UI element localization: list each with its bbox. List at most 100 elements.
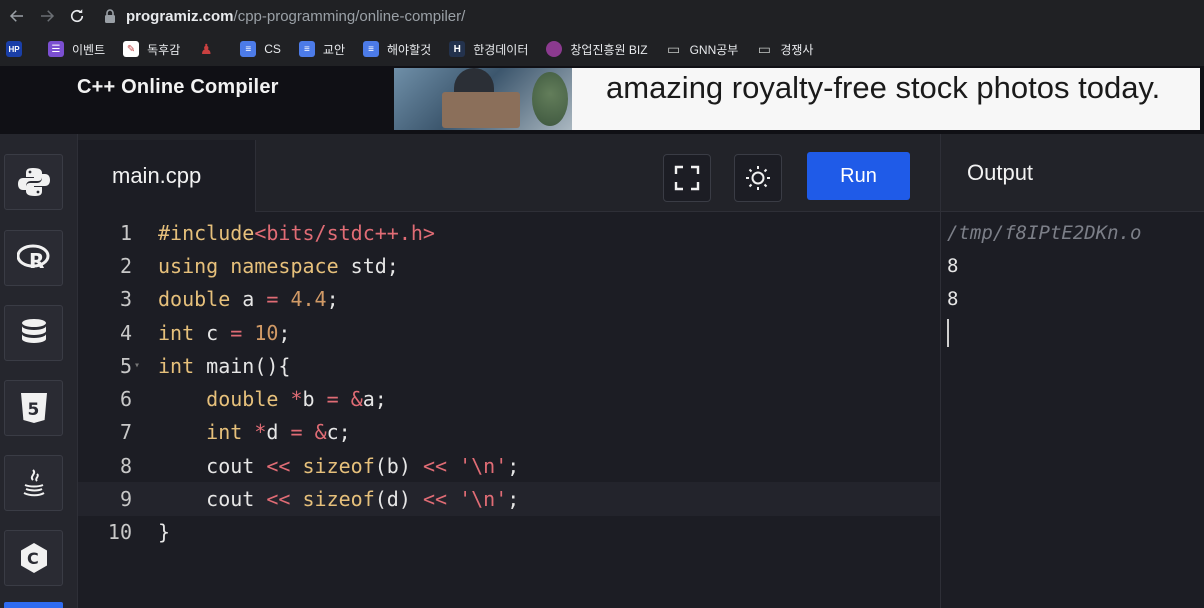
lang-html-button[interactable]: 5 — [4, 380, 63, 436]
code-token: c; — [326, 420, 351, 445]
run-button[interactable]: Run — [807, 152, 910, 200]
code-token: ; — [507, 453, 520, 478]
bookmark-todo[interactable]: ≡ 해야할것 — [363, 41, 431, 58]
reload-icon — [70, 9, 84, 23]
output-console[interactable]: /tmp/f8IPtE2DKn.o 8 8 — [941, 212, 1204, 347]
lang-cpp-button[interactable] — [4, 602, 63, 608]
lang-c-button[interactable]: C — [4, 530, 63, 586]
bookmark-label: 해야할것 — [387, 42, 432, 57]
lang-python-button[interactable] — [4, 154, 63, 210]
ad-text: amazing royalty-free stock photos today. — [606, 70, 1161, 105]
file-tab[interactable]: main.cpp — [78, 140, 256, 212]
ad-banner[interactable]: amazing royalty-free stock photos today. — [394, 68, 1200, 130]
code-token: (b) — [374, 453, 423, 478]
bookmark-review[interactable]: ✎ 독후감 — [123, 41, 180, 58]
bookmark-label: 교안 — [322, 42, 346, 57]
doc-icon: ≡ — [363, 41, 380, 57]
svg-text:C: C — [27, 549, 39, 568]
output-heading: Output — [941, 134, 1204, 212]
folder-icon: ▭ — [757, 40, 771, 57]
code-token: c — [194, 320, 231, 345]
language-sidebar: R 5 C — [0, 134, 78, 608]
bookmark-gnn[interactable]: ▭ GNN공부 — [666, 40, 738, 58]
book-icon: ✎ — [123, 41, 140, 57]
theme-toggle-button[interactable] — [734, 154, 782, 202]
code-token: * — [278, 387, 303, 412]
code-token: '\n' — [447, 487, 508, 512]
bookmark-hankyung[interactable]: H 한경데이터 — [449, 41, 528, 58]
code-token: << — [422, 487, 448, 512]
java-icon — [23, 469, 45, 497]
lang-java-button[interactable] — [4, 455, 63, 511]
code-area[interactable]: 1 #include<bits/stdc++.h> 2 using namespac… — [78, 216, 940, 549]
bookmark-label: 독후감 — [147, 42, 181, 57]
output-path: /tmp/f8IPtE2DKn.o — [947, 221, 1142, 244]
code-token: 4.4 — [278, 287, 327, 312]
bookmark-lesson[interactable]: ≡ 교안 — [298, 41, 346, 58]
line-number: 6 — [119, 387, 132, 412]
output-line: 8 — [947, 287, 959, 310]
code-line: 3 double a = 4.4; — [78, 283, 940, 316]
url-host: programiz.com — [126, 7, 234, 25]
url-path: /cpp-programming/online-compiler/ — [233, 7, 466, 25]
code-token: int — [158, 353, 195, 378]
line-number: 5 — [119, 353, 132, 378]
fold-arrow-icon[interactable]: ▾ — [132, 360, 142, 371]
r-icon: R — [16, 244, 49, 273]
code-token: = — [230, 320, 243, 345]
code-line: 4 int c = 10; — [78, 316, 940, 349]
code-token: int — [158, 320, 195, 345]
code-token: & — [338, 387, 363, 412]
code-token: a; — [362, 387, 387, 412]
circle-logo-icon — [546, 41, 563, 57]
code-token: d — [266, 420, 291, 445]
bookmark-hp[interactable]: HP — [6, 41, 30, 57]
hp-icon: HP — [6, 41, 22, 57]
code-line: 8 cout << sizeof(b) << '\n'; — [78, 449, 940, 482]
bookmark-cs[interactable]: ≡ CS — [240, 41, 281, 57]
code-token: ; — [326, 287, 339, 312]
code-token: int — [158, 420, 243, 445]
code-token: cout — [158, 453, 267, 478]
code-token: sizeof — [290, 453, 375, 478]
browser-toolbar: programiz.com/cpp-programming/online-com… — [0, 0, 1204, 32]
h-icon: H — [449, 41, 466, 57]
folder-icon: ▭ — [666, 40, 681, 57]
ad-photo — [394, 68, 572, 130]
code-token: = — [290, 420, 303, 445]
code-token: (d) — [374, 487, 423, 512]
editor-toolbar: main.cpp Run — [78, 134, 940, 212]
lang-sql-button[interactable] — [4, 305, 63, 361]
python-icon — [17, 168, 50, 196]
bookmark-red[interactable]: ♟ — [198, 41, 222, 57]
doc-icon: ≡ — [298, 41, 315, 57]
forward-button[interactable] — [34, 3, 60, 29]
code-line: 2 using namespace std; — [78, 249, 940, 282]
address-bar[interactable]: programiz.com/cpp-programming/online-com… — [104, 8, 465, 25]
code-token: ; — [507, 487, 520, 512]
c-icon: C — [20, 543, 47, 573]
reload-button[interactable] — [64, 3, 90, 29]
sun-icon — [746, 166, 770, 190]
bookmark-event[interactable]: ☰ 이벤트 — [48, 41, 105, 58]
code-token: cout — [158, 487, 267, 512]
code-token: << — [266, 487, 291, 512]
lang-r-button[interactable]: R — [4, 230, 63, 286]
bookmark-startup[interactable]: 창업진흥원 BIZ — [546, 41, 648, 58]
code-token: main(){ — [194, 353, 291, 378]
text-cursor — [947, 319, 949, 347]
line-number: 1 — [119, 220, 132, 245]
code-token: '\n' — [447, 453, 508, 478]
back-button[interactable] — [4, 3, 30, 29]
fullscreen-button[interactable] — [663, 154, 711, 202]
code-line: 7 int *d = &c; — [78, 416, 940, 449]
code-token: & — [302, 420, 327, 445]
app-header: C++ Online Compiler amazing royalty-free… — [0, 66, 1204, 134]
code-token: << — [266, 453, 291, 478]
lock-icon — [105, 9, 115, 23]
code-token: ; — [278, 320, 291, 345]
code-token: <bits/stdc++.h> — [254, 220, 435, 245]
code-token: double — [158, 287, 231, 312]
bookmark-label: 이벤트 — [72, 42, 106, 57]
bookmark-competitor[interactable]: ▭ 경쟁사 — [756, 40, 814, 58]
